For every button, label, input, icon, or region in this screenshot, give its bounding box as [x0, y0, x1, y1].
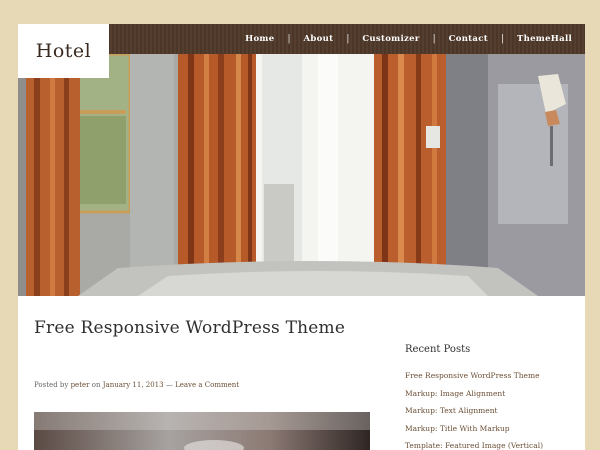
nav-separator: | — [500, 34, 504, 44]
recent-posts-title: Recent Posts — [405, 344, 471, 355]
nav-customizer[interactable]: Customizer — [349, 34, 432, 44]
featured-image-photo — [34, 412, 370, 450]
author-link[interactable]: peter — [71, 381, 90, 389]
on-label: on — [91, 381, 101, 389]
hotel-room-illustration — [18, 54, 585, 296]
recent-post-link[interactable]: Markup: Image Alignment — [405, 389, 575, 407]
featured-image[interactable] — [34, 412, 370, 450]
leave-comment-link[interactable]: Leave a Comment — [175, 381, 239, 389]
nav-themehall[interactable]: ThemeHall — [504, 34, 585, 44]
content-area: Free Responsive WordPress Theme Posted b… — [18, 296, 585, 450]
nav-about[interactable]: About — [290, 34, 346, 44]
nav-separator: | — [287, 34, 291, 44]
recent-posts-list: Free Responsive WordPress Theme Markup: … — [405, 371, 575, 450]
post-meta: Posted by peter on January 11, 2013 — Le… — [34, 381, 239, 389]
nav-home[interactable]: Home — [232, 34, 287, 44]
recent-post-link[interactable]: Template: Featured Image (Vertical) — [405, 441, 575, 450]
meta-separator: — — [165, 381, 173, 389]
nav-separator: | — [346, 34, 350, 44]
nav-contact[interactable]: Contact — [436, 34, 501, 44]
recent-post-link[interactable]: Markup: Title With Markup — [405, 424, 575, 442]
recent-post-link[interactable]: Markup: Text Alignment — [405, 406, 575, 424]
header-image — [18, 54, 585, 296]
nav-separator: | — [432, 34, 436, 44]
post-date-link[interactable]: January 11, 2013 — [103, 381, 164, 389]
posted-by-label: Posted by — [34, 381, 69, 389]
recent-post-link[interactable]: Free Responsive WordPress Theme — [405, 371, 575, 389]
page-container: Home | About | Customizer | Contact | Th… — [18, 24, 585, 450]
sidebar: Recent Posts Free Responsive WordPress T… — [405, 344, 575, 450]
main-nav: Home | About | Customizer | Contact | Th… — [232, 24, 585, 54]
site-logo[interactable]: Hotel — [18, 24, 109, 78]
post-title[interactable]: Free Responsive WordPress Theme — [34, 318, 345, 338]
